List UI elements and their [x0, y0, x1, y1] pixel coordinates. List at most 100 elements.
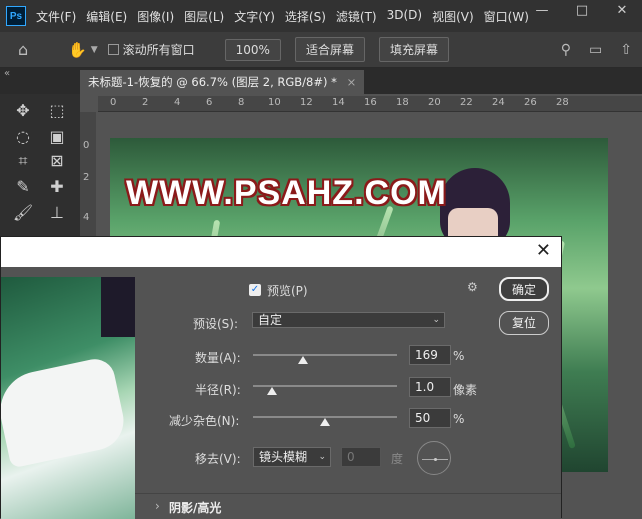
amount-label: 数量(A): [195, 351, 241, 365]
amount-input[interactable]: 169 [409, 345, 451, 365]
remove-value: 镜头模糊 [259, 450, 308, 464]
ruler-tick: 8 [238, 97, 245, 108]
angle-unit: 度 [391, 452, 404, 466]
share-icon[interactable]: ⇧ [620, 42, 632, 58]
radius-unit: 像素 [453, 383, 478, 397]
preview-hair [101, 277, 135, 337]
amount-slider-thumb[interactable] [298, 356, 309, 364]
reduce-noise-label: 减少杂色(N): [169, 414, 240, 428]
hand-tool-icon[interactable]: ✋ [68, 41, 87, 59]
chevron-down-icon: ⌄ [432, 315, 440, 325]
gear-icon[interactable]: ⚙ [467, 280, 478, 294]
collapse-panel-icon[interactable]: « [4, 68, 10, 79]
stamp-tool-icon[interactable]: ⊥ [44, 200, 70, 226]
main-menu: 文件(F) 编辑(E) 图像(I) 图层(L) 文字(Y) 选择(S) 滤镜(T… [36, 8, 539, 25]
healing-brush-tool-icon[interactable]: ✚ [44, 174, 70, 200]
menu-image[interactable]: 图像(I) [137, 8, 174, 25]
ruler-tick: 24 [492, 97, 505, 108]
angle-dial-icon[interactable] [417, 441, 451, 475]
ruler-tick: 4 [174, 97, 181, 108]
ruler-tick: 26 [524, 97, 537, 108]
ruler-tick: 2 [142, 97, 149, 108]
brush-tool-icon[interactable]: 🖌 [10, 200, 36, 226]
ok-button[interactable]: 确定 [499, 277, 549, 301]
dialog-controls: ✓ 预览(P) ⚙ 确定 复位 预设(S): 自定 ⌄ 数量(A): 169 %… [135, 267, 561, 519]
menu-type[interactable]: 文字(Y) [234, 8, 275, 25]
menu-filter[interactable]: 滤镜(T) [336, 8, 377, 25]
ruler-tick: 2 [83, 172, 90, 183]
preset-value: 自定 [258, 313, 283, 327]
crop-tool-icon[interactable]: ⌗ [10, 148, 36, 174]
amount-unit: % [453, 349, 465, 363]
options-right-icons: ⚲ ▭ ⇧ [561, 42, 632, 58]
close-button[interactable]: ✕ [602, 0, 642, 24]
scroll-all-windows-checkbox[interactable] [107, 44, 119, 55]
radius-input[interactable]: 1.0 [409, 377, 451, 397]
fit-screen-button[interactable]: 适合屏幕 [294, 37, 365, 62]
workspace-icon[interactable]: ▭ [589, 42, 602, 58]
menu-bar: Ps 文件(F) 编辑(E) 图像(I) 图层(L) 文字(Y) 选择(S) 滤… [0, 0, 642, 32]
amount-slider-track[interactable] [253, 354, 397, 356]
horizontal-ruler: 0 2 4 6 8 10 12 14 16 18 20 22 24 26 28 [98, 96, 642, 112]
menu-select[interactable]: 选择(S) [285, 8, 326, 25]
eyedropper-tool-icon[interactable]: ✎ [10, 174, 36, 200]
object-select-tool-icon[interactable]: ▣ [44, 124, 70, 150]
preset-select[interactable]: 自定 ⌄ [252, 312, 445, 328]
ruler-tick: 4 [83, 212, 90, 223]
dialog-preview-image[interactable] [1, 277, 135, 519]
chevron-down-icon[interactable]: ▼ [91, 45, 98, 55]
minimize-button[interactable]: — [522, 0, 562, 24]
document-tab-row: « 未标题-1-恢复的 @ 66.7% (图层 2, RGB/8#) * × [0, 68, 642, 94]
watermark-text: WWW.PSAHZ.COM [126, 174, 447, 212]
chevron-right-icon[interactable]: › [155, 499, 160, 513]
window-controls: — □ ✕ [522, 0, 642, 24]
lasso-tool-icon[interactable]: ◌ [10, 124, 36, 150]
reduce-noise-input[interactable]: 50 [409, 408, 451, 428]
ruler-tick: 18 [396, 97, 409, 108]
chevron-down-icon: ⌄ [318, 452, 326, 462]
options-bar: ⌂ ✋ ▼ 滚动所有窗口 100% 适合屏幕 填充屏幕 ⚲ ▭ ⇧ [0, 32, 642, 68]
preset-label: 预设(S): [193, 317, 239, 331]
radius-label: 半径(R): [195, 383, 241, 397]
divider [135, 493, 561, 494]
reset-button[interactable]: 复位 [499, 311, 549, 335]
reduce-noise-slider-thumb[interactable] [320, 418, 330, 426]
menu-file[interactable]: 文件(F) [36, 8, 76, 25]
close-icon[interactable]: ✕ [536, 240, 551, 261]
photoshop-logo: Ps [6, 6, 26, 26]
remove-select[interactable]: 镜头模糊 ⌄ [253, 447, 331, 467]
zoom-100-button[interactable]: 100% [224, 38, 281, 61]
angle-input[interactable]: 0 [341, 447, 381, 467]
tab-close-icon[interactable]: × [347, 75, 357, 89]
ruler-tick: 0 [83, 140, 90, 151]
document-tab-title: 未标题-1-恢复的 @ 66.7% (图层 2, RGB/8#) * [88, 75, 337, 89]
shadow-highlight-section[interactable]: 阴影/高光 [169, 499, 221, 516]
frame-tool-icon[interactable]: ⊠ [44, 148, 70, 174]
home-icon[interactable]: ⌂ [18, 40, 46, 59]
preview-label: 预览(P) [267, 284, 308, 298]
ruler-tick: 12 [300, 97, 313, 108]
reduce-noise-unit: % [453, 412, 465, 426]
ruler-tick: 20 [428, 97, 441, 108]
ruler-tick: 16 [364, 97, 377, 108]
ruler-tick: 14 [332, 97, 345, 108]
menu-view[interactable]: 视图(V) [432, 8, 474, 25]
fill-screen-button[interactable]: 填充屏幕 [378, 37, 449, 62]
scroll-all-windows-label: 滚动所有窗口 [122, 43, 195, 57]
marquee-tool-icon[interactable]: ⬚ [44, 98, 70, 124]
menu-edit[interactable]: 编辑(E) [86, 8, 127, 25]
ruler-tick: 0 [110, 97, 117, 108]
maximize-button[interactable]: □ [562, 0, 602, 24]
radius-slider-thumb[interactable] [266, 387, 277, 395]
search-icon[interactable]: ⚲ [561, 42, 571, 58]
move-tool-icon[interactable]: ✥ [10, 98, 36, 124]
document-tab[interactable]: 未标题-1-恢复的 @ 66.7% (图层 2, RGB/8#) * × [80, 70, 365, 94]
menu-layer[interactable]: 图层(L) [184, 8, 224, 25]
menu-3d[interactable]: 3D(D) [387, 8, 422, 25]
smart-sharpen-dialog: ✕ ✓ 预览(P) ⚙ 确定 复位 预设(S): 自定 ⌄ 数量(A): 169… [0, 236, 562, 519]
ruler-tick: 6 [206, 97, 213, 108]
dialog-titlebar: ✕ [1, 237, 561, 267]
preview-checkbox[interactable]: ✓ [249, 284, 261, 296]
ruler-tick: 22 [460, 97, 473, 108]
ruler-tick: 28 [556, 97, 569, 108]
